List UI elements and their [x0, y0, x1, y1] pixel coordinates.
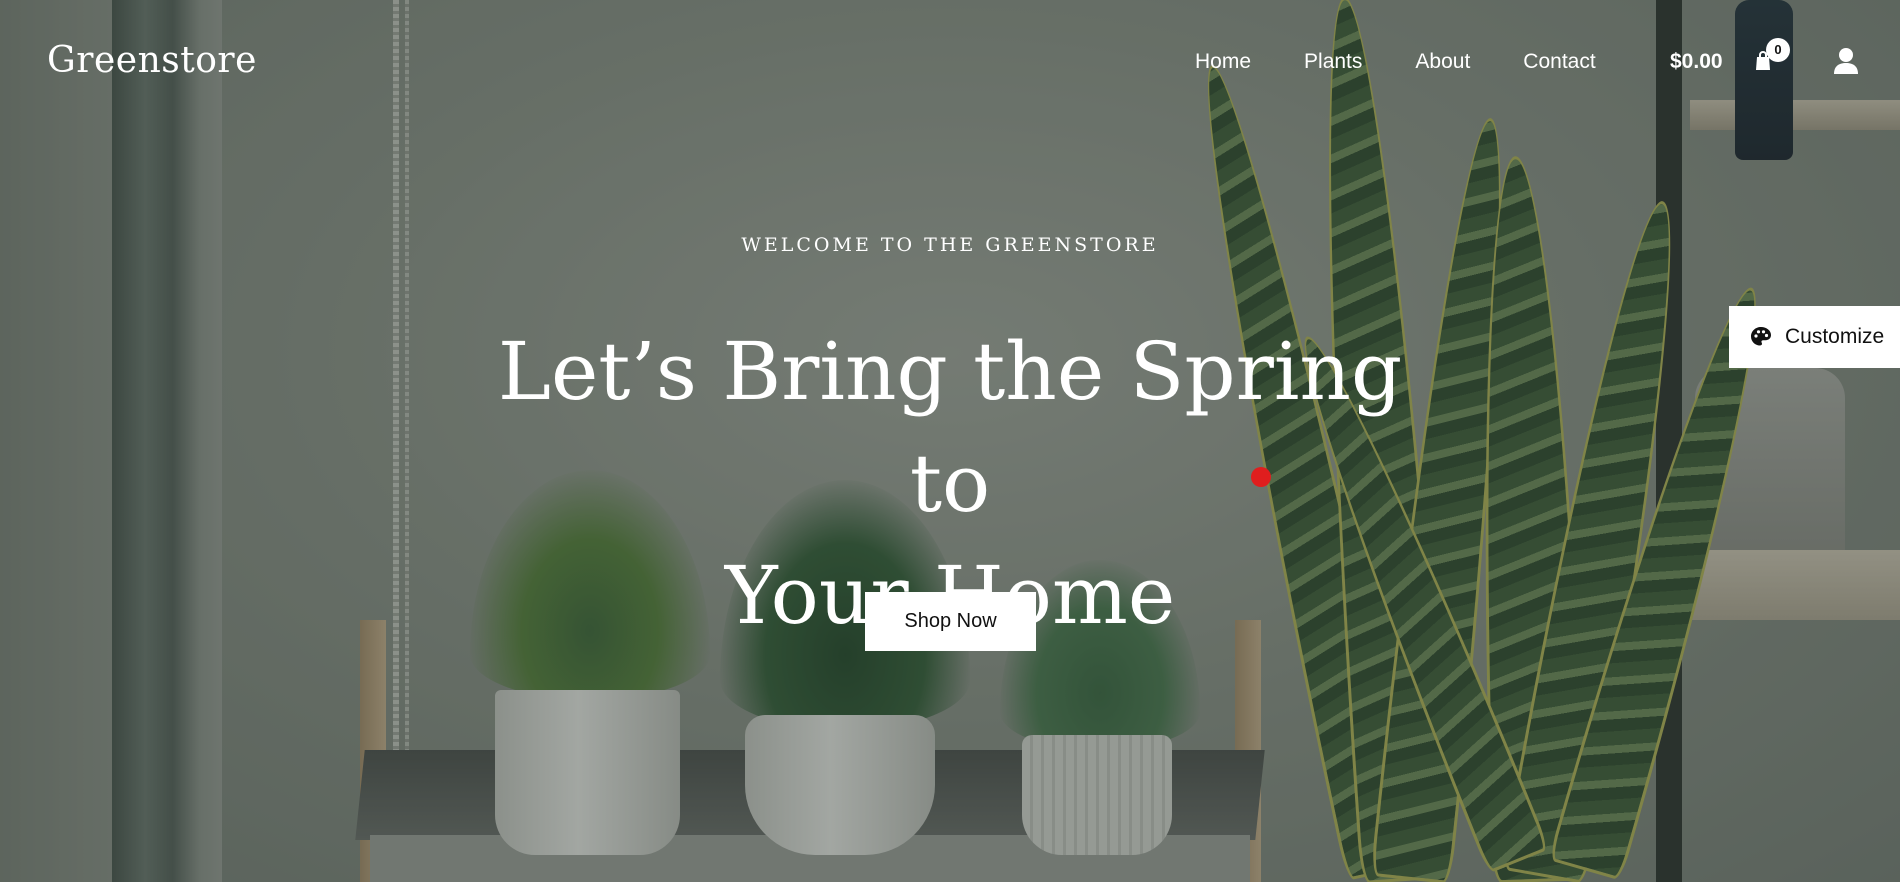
main-nav: Home Plants About Contact: [1195, 50, 1596, 74]
hero-title-line-1: Let’s Bring the Spring to: [497, 325, 1403, 530]
nav-item-about[interactable]: About: [1415, 50, 1470, 74]
palette-icon: [1751, 327, 1771, 346]
cart-count-badge: 0: [1766, 38, 1790, 62]
customize-label: Customize: [1785, 325, 1885, 348]
user-icon[interactable]: [1833, 47, 1859, 75]
nav-item-plants[interactable]: Plants: [1304, 50, 1362, 74]
nav-item-contact[interactable]: Contact: [1523, 50, 1595, 74]
cursor-marker: [1251, 467, 1271, 487]
shop-now-button[interactable]: Shop Now: [865, 592, 1036, 651]
customize-button[interactable]: Customize: [1729, 306, 1900, 368]
site-logo[interactable]: Greenstore: [47, 40, 257, 81]
hero-eyebrow: WELCOME TO THE GREENSTORE: [741, 234, 1159, 256]
site-header: Greenstore Home Plants About Contact $0.…: [0, 0, 1900, 126]
cart-total[interactable]: $0.00: [1670, 50, 1723, 74]
nav-item-home[interactable]: Home: [1195, 50, 1251, 74]
